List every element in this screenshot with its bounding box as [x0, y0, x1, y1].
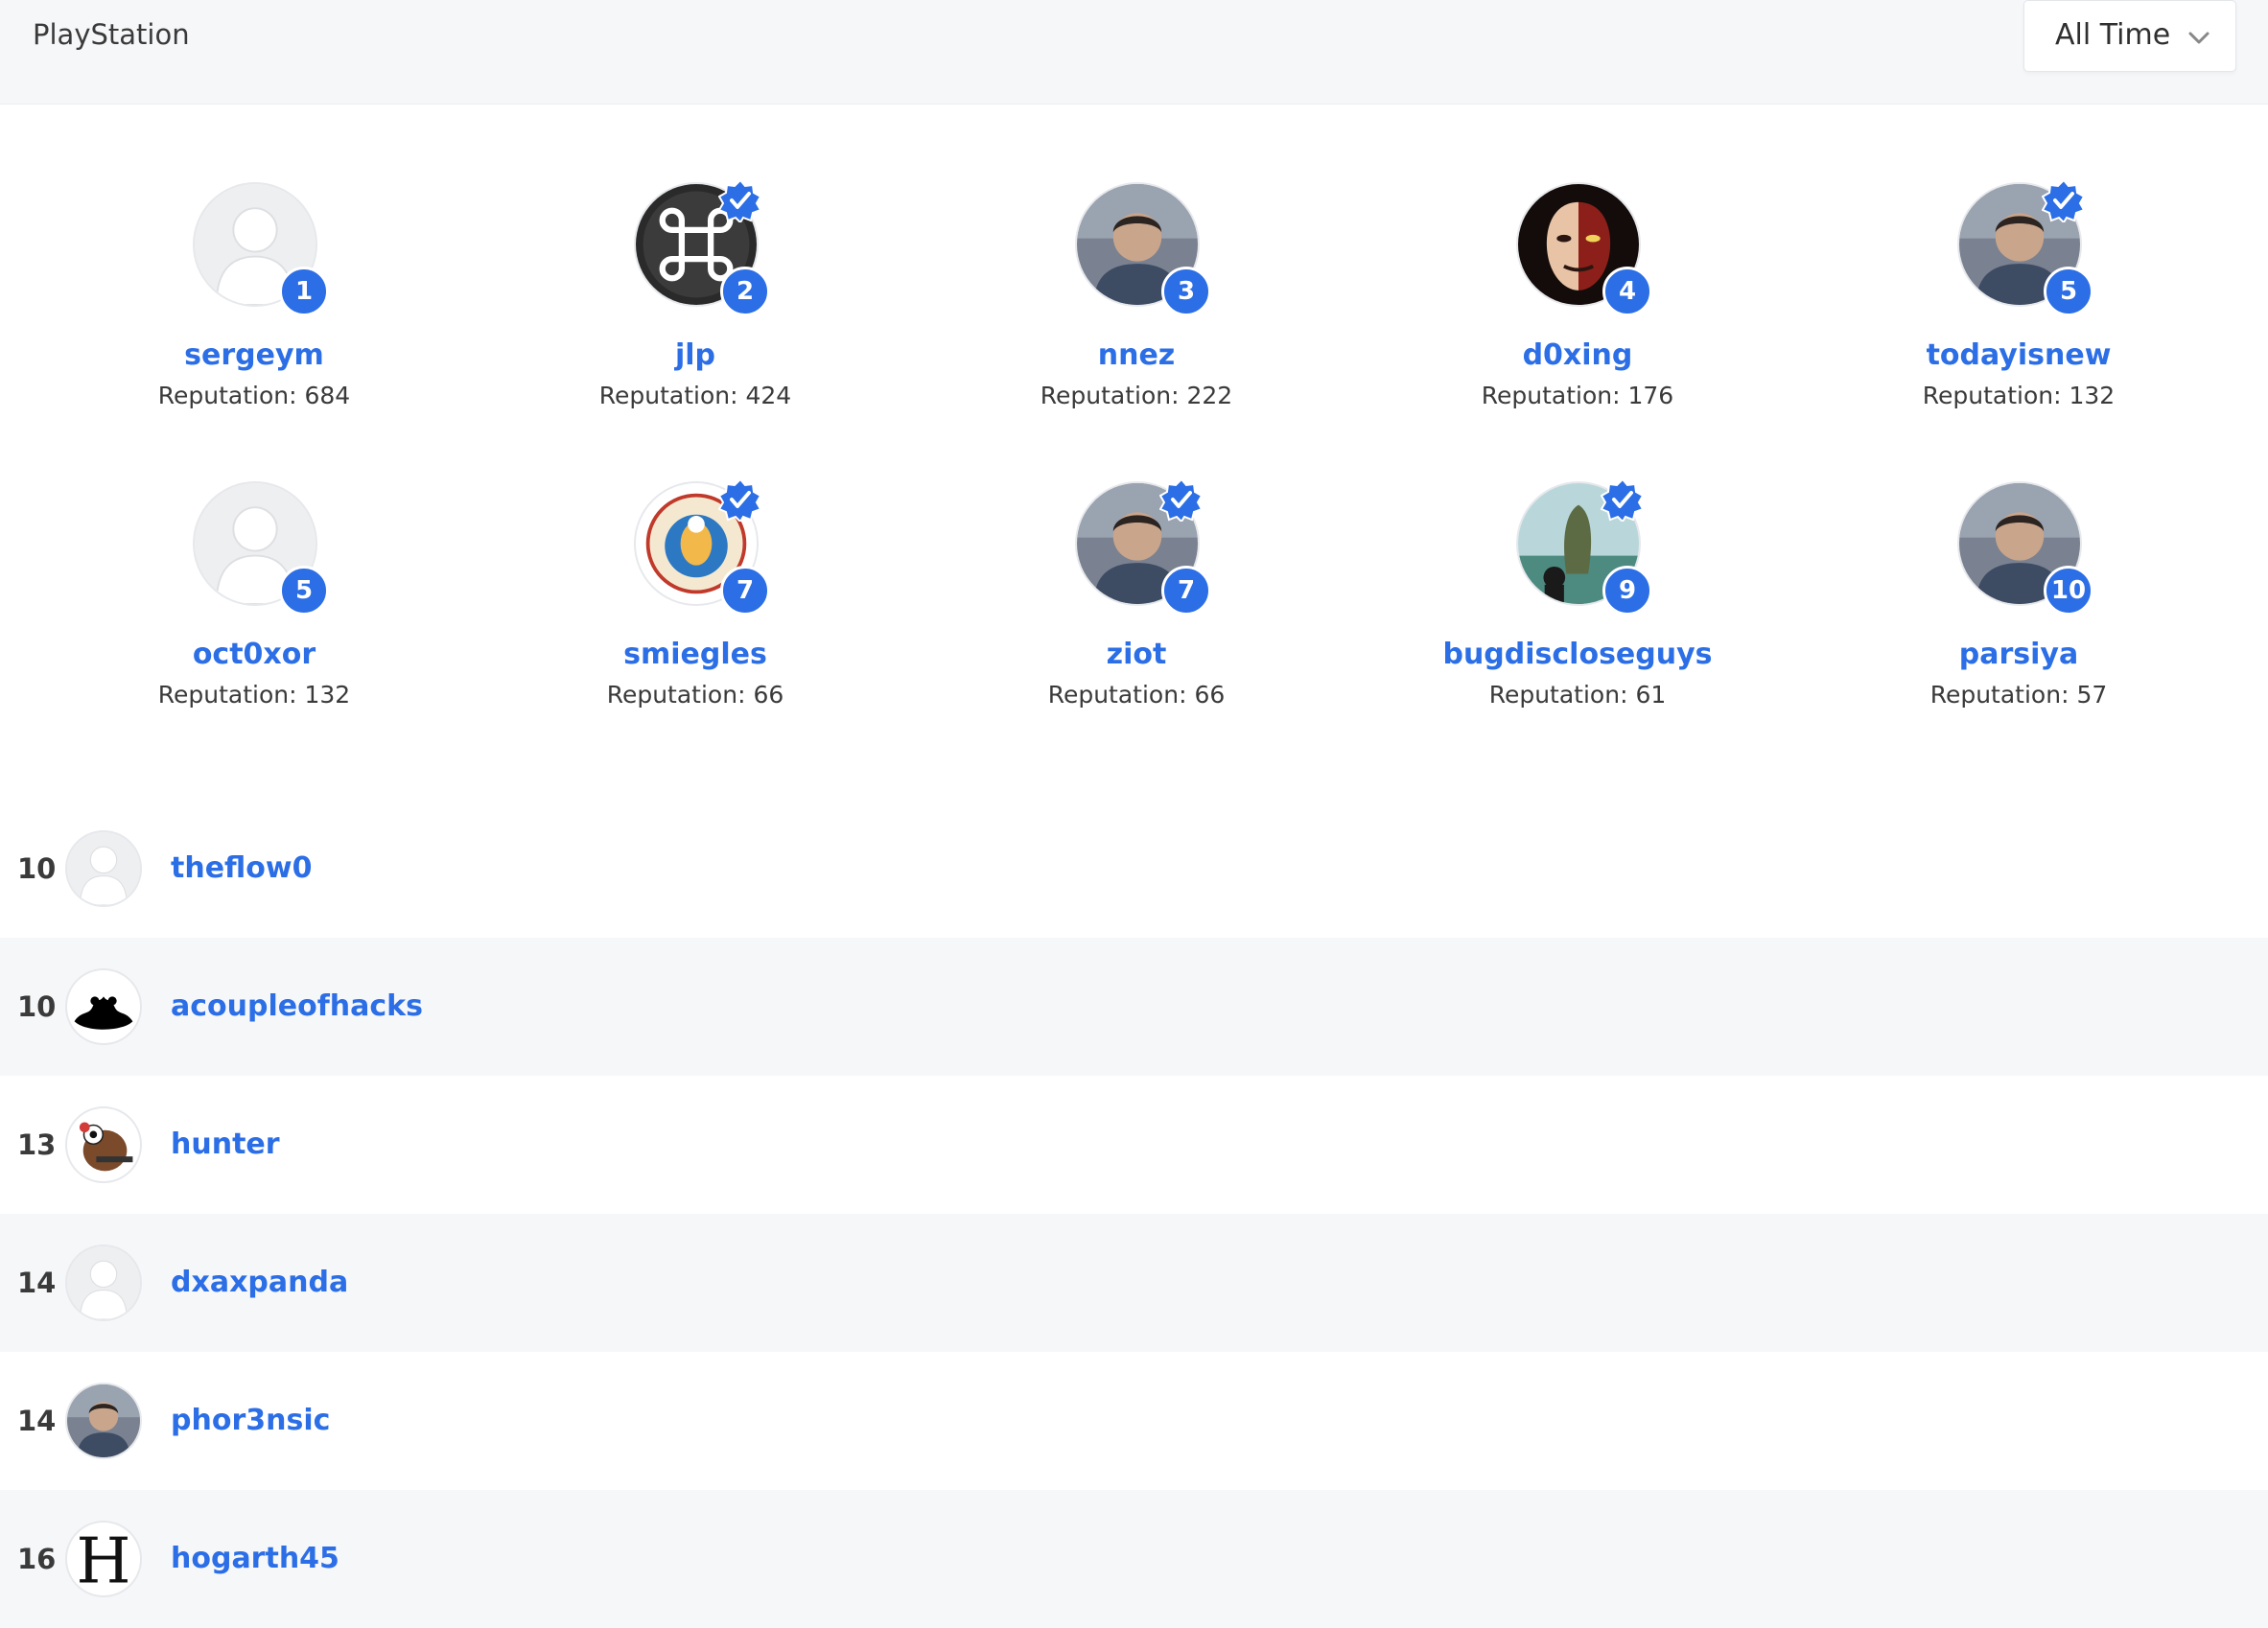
- avatar-wrapper: 10: [1957, 481, 2093, 616]
- rank-badge: 7: [1161, 566, 1211, 616]
- avatar-wrapper: 2: [634, 182, 770, 316]
- default-avatar: [67, 832, 140, 905]
- avatar-wrapper: 7: [634, 481, 770, 616]
- username-link[interactable]: d0xing: [1434, 337, 1721, 374]
- leaderboard-row: 10 acoupleofhacks: [0, 938, 2268, 1076]
- row-rank: 10: [17, 852, 57, 885]
- avatar-wrapper: 7: [1075, 481, 1211, 616]
- reputation-text: Reputation: 61: [1488, 681, 1667, 709]
- time-filter-value: All Time: [2055, 18, 2171, 52]
- rank-badge: 9: [1602, 566, 1652, 616]
- reputation-text: Reputation: 57: [1929, 681, 2108, 709]
- row-avatar[interactable]: [65, 830, 142, 907]
- leaderboard-row: 14 phor3nsic: [0, 1352, 2268, 1490]
- leaderboard-row: 16 hogarth45: [0, 1490, 2268, 1628]
- row-avatar[interactable]: [65, 1521, 142, 1597]
- avatar-wrapper: 4: [1516, 182, 1652, 316]
- reputation-text: Reputation: 684: [157, 382, 351, 409]
- top-hacker-card: 10 parsiya Reputation: 57: [1875, 481, 2163, 731]
- avatar-wrapper: 3: [1075, 182, 1211, 316]
- row-username-link[interactable]: dxaxpanda: [171, 1262, 348, 1304]
- chevron-down-icon: [2188, 32, 2210, 44]
- rank-badge: 1: [279, 267, 329, 316]
- avatar-wrapper: 9: [1516, 481, 1652, 616]
- time-filter-dropdown[interactable]: All Time: [2023, 0, 2236, 72]
- cartoon-avatar: [67, 1108, 140, 1181]
- rank-badge: 5: [279, 566, 329, 616]
- row-avatar[interactable]: [65, 1106, 142, 1183]
- row-rank: 16: [17, 1543, 57, 1575]
- top-hacker-card: 5 todayisnew Reputation: 132: [1875, 182, 2163, 431]
- rank-badge: 3: [1161, 267, 1211, 316]
- username-link[interactable]: smiegles: [551, 637, 839, 673]
- reputation-text: Reputation: 424: [598, 382, 792, 409]
- reputation-text: Reputation: 66: [1047, 681, 1226, 709]
- leaderboard-row: 14 dxaxpanda: [0, 1214, 2268, 1352]
- username-link[interactable]: sergeym: [110, 337, 398, 374]
- verified-badge-icon: [1159, 477, 1204, 522]
- verified-badge-icon: [2042, 178, 2086, 222]
- team-name: PlayStation: [33, 18, 190, 51]
- username-link[interactable]: parsiya: [1875, 637, 2163, 673]
- row-avatar[interactable]: [65, 1383, 142, 1459]
- reputation-text: Reputation: 222: [1040, 382, 1233, 409]
- silhouette-avatar: [67, 970, 140, 1043]
- username-link[interactable]: oct0xor: [110, 637, 398, 673]
- reputation-text: Reputation: 132: [1922, 382, 2116, 409]
- default-avatar: [67, 1246, 140, 1319]
- row-rank: 13: [17, 1128, 57, 1161]
- top-hacker-card: 7 ziot Reputation: 66: [993, 481, 1280, 731]
- row-username-link[interactable]: phor3nsic: [171, 1400, 330, 1442]
- top-hacker-card: 2 jlp Reputation: 424: [551, 182, 839, 431]
- row-rank: 10: [17, 990, 57, 1023]
- rank-badge: 4: [1602, 267, 1652, 316]
- row-rank: 14: [17, 1405, 57, 1437]
- avatar-wrapper: 5: [193, 481, 329, 616]
- username-link[interactable]: ziot: [993, 637, 1280, 673]
- reputation-text: Reputation: 66: [606, 681, 784, 709]
- row-username-link[interactable]: acoupleofhacks: [171, 986, 423, 1028]
- photo-avatar: [67, 1384, 140, 1457]
- top-hacker-card: 5 oct0xor Reputation: 132: [110, 481, 398, 731]
- username-link[interactable]: bugdiscloseguys: [1434, 637, 1721, 673]
- top-hacker-card: 3 nnez Reputation: 222: [993, 182, 1280, 431]
- row-avatar[interactable]: [65, 1244, 142, 1321]
- verified-badge-icon: [718, 178, 762, 222]
- rank-badge: 2: [720, 267, 770, 316]
- username-link[interactable]: todayisnew: [1875, 337, 2163, 374]
- leaderboard-row: 13 hunter: [0, 1076, 2268, 1214]
- row-rank: 14: [17, 1267, 57, 1299]
- username-link[interactable]: jlp: [551, 337, 839, 374]
- row-username-link[interactable]: theflow0: [171, 848, 312, 890]
- username-link[interactable]: nnez: [993, 337, 1280, 374]
- top-hacker-card: 7 smiegles Reputation: 66: [551, 481, 839, 731]
- row-username-link[interactable]: hogarth45: [171, 1538, 339, 1580]
- reputation-text: Reputation: 132: [157, 681, 351, 709]
- letter-h-avatar: [67, 1523, 140, 1595]
- top-hacker-card: 1 sergeym Reputation: 684: [110, 182, 398, 431]
- rank-badge: 7: [720, 566, 770, 616]
- verified-badge-icon: [1601, 477, 1645, 522]
- verified-badge-icon: [718, 477, 762, 522]
- leaderboard-header: PlayStation All Time: [0, 0, 2268, 105]
- avatar-wrapper: 1: [193, 182, 329, 316]
- row-username-link[interactable]: hunter: [171, 1124, 280, 1166]
- row-avatar[interactable]: [65, 968, 142, 1045]
- top-hacker-card: 4 d0xing Reputation: 176: [1434, 182, 1721, 431]
- rank-badge: 10: [2044, 566, 2093, 616]
- leaderboard-row: 10 theflow0: [0, 800, 2268, 938]
- rank-badge: 5: [2044, 267, 2093, 316]
- top-hacker-card: 9 bugdiscloseguys Reputation: 61: [1434, 481, 1721, 731]
- avatar-wrapper: 5: [1957, 182, 2093, 316]
- reputation-text: Reputation: 176: [1481, 382, 1674, 409]
